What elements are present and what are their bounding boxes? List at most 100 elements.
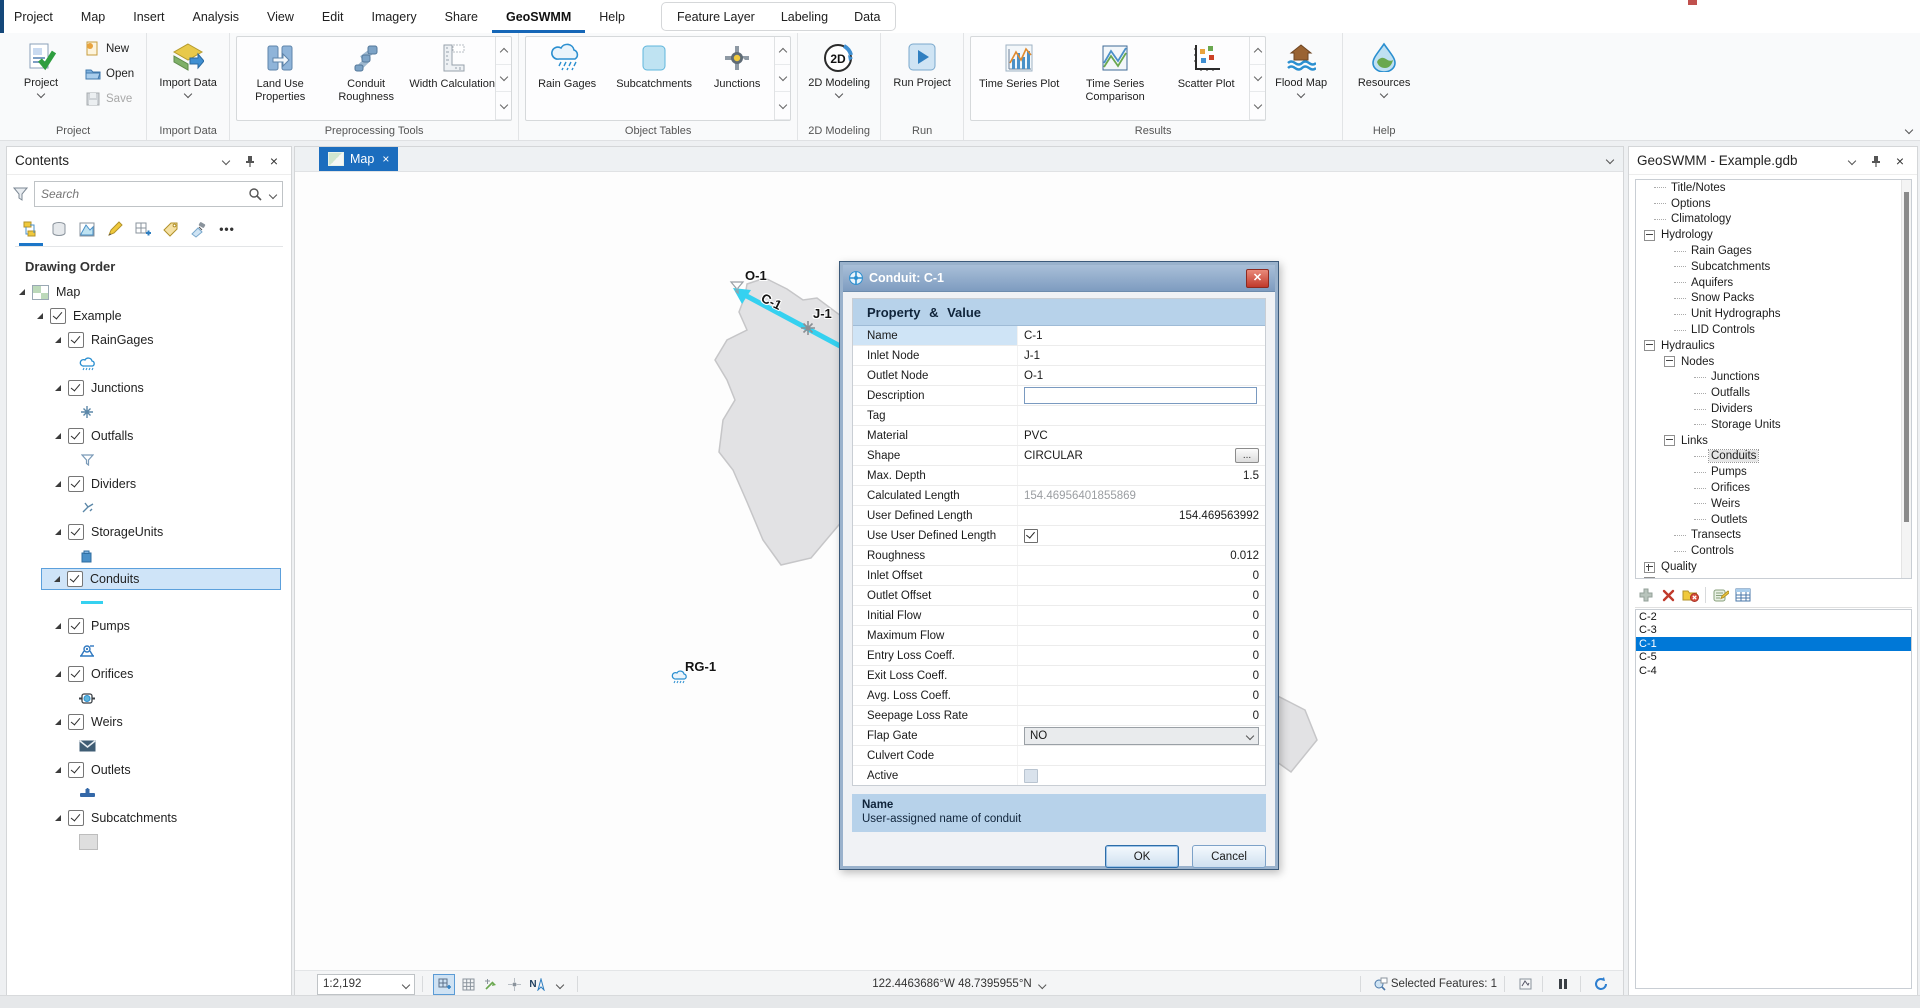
close-icon[interactable]: × (265, 152, 283, 170)
close-tab-icon[interactable]: × (382, 152, 389, 166)
layer-row-map[interactable]: Map (7, 280, 291, 304)
list-item[interactable]: C-2 (1636, 610, 1911, 624)
layer-checkbox[interactable] (68, 332, 84, 348)
tree-item-storage-units[interactable]: Storage Units (1636, 417, 1911, 433)
delete-all-icon[interactable] (1679, 585, 1701, 605)
expand-icon[interactable] (1644, 562, 1655, 573)
menu-insert[interactable]: Insert (119, 0, 178, 33)
rain-gages-button[interactable]: Rain Gages (526, 37, 608, 121)
tree-item-unit-hydrographs[interactable]: Unit Hydrographs (1636, 306, 1911, 322)
symbol-row[interactable] (7, 544, 291, 568)
properties-icon[interactable] (1710, 585, 1732, 605)
row-entry-loss[interactable]: Entry Loss Coeff. 0 (853, 646, 1265, 666)
layer-checkbox[interactable] (68, 476, 84, 492)
close-icon[interactable]: × (1891, 152, 1909, 170)
property-value[interactable]: O-1 (1018, 366, 1265, 385)
search-icon[interactable] (248, 187, 262, 201)
active-checkbox[interactable] (1024, 769, 1038, 783)
menu-edit[interactable]: Edit (308, 0, 358, 33)
list-by-selection-icon[interactable] (73, 216, 101, 242)
row-culvert-code[interactable]: Culvert Code (853, 746, 1265, 766)
expander-icon[interactable] (55, 671, 61, 677)
expander-icon[interactable] (55, 385, 61, 391)
row-inlet-node[interactable]: Inlet Node J-1 (853, 346, 1265, 366)
row-avg-loss[interactable]: Avg. Loss Coeff. 0 (853, 686, 1265, 706)
scroll-down-icon[interactable] (775, 65, 790, 93)
tree-item-climatology[interactable]: Climatology (1636, 212, 1911, 228)
scroll-down-icon[interactable] (1250, 65, 1265, 93)
menu-share[interactable]: Share (431, 0, 492, 33)
edit-icon[interactable] (101, 216, 129, 242)
open-button[interactable]: Open (78, 61, 140, 86)
subcatchments-button[interactable]: Subcatchments (608, 37, 700, 121)
gallery-scrollbar[interactable] (774, 37, 790, 120)
gallery-scrollbar[interactable] (1249, 37, 1265, 120)
scroll-down-icon[interactable] (496, 65, 511, 93)
property-value[interactable]: 0 (1018, 686, 1265, 705)
tree-item-dividers[interactable]: Dividers (1636, 401, 1911, 417)
tree-item-junctions[interactable]: Junctions (1636, 370, 1911, 386)
expander-icon[interactable] (55, 481, 61, 487)
cancel-button[interactable]: Cancel (1192, 845, 1266, 868)
property-value[interactable]: 0 (1018, 566, 1265, 585)
expander-icon[interactable] (55, 767, 61, 773)
property-value[interactable]: 0 (1018, 606, 1265, 625)
new-layer-icon[interactable] (129, 216, 157, 242)
menu-imagery[interactable]: Imagery (357, 0, 430, 33)
layer-checkbox[interactable] (50, 308, 66, 324)
tree-item-nodes[interactable]: Nodes (1636, 354, 1911, 370)
expander-icon[interactable] (55, 623, 61, 629)
layer-row-outfalls[interactable]: Outfalls (7, 424, 291, 448)
layer-row-subcatchments[interactable]: Subcatchments (7, 806, 291, 830)
tab-feature-layer[interactable]: Feature Layer (664, 10, 768, 24)
tree-item-weirs[interactable]: Weirs (1636, 496, 1911, 512)
new-button[interactable]: New (78, 36, 140, 61)
symbol-row[interactable] (7, 830, 291, 854)
tree-item-outlets[interactable]: Outlets (1636, 512, 1911, 528)
width-calculation-button[interactable]: Width Calculation (409, 37, 495, 121)
tree-item-quality[interactable]: Quality (1636, 559, 1911, 575)
tree-scrollbar[interactable] (1901, 180, 1911, 578)
tree-item-links[interactable]: Links (1636, 433, 1911, 449)
menu-map[interactable]: Map (67, 0, 119, 33)
filter-icon[interactable] (13, 187, 28, 201)
property-value[interactable]: 0.012 (1018, 546, 1265, 565)
list-item[interactable]: C-4 (1636, 664, 1911, 678)
symbol-row[interactable] (7, 496, 291, 520)
row-flap-gate[interactable]: Flap Gate NO (853, 726, 1265, 746)
delete-icon[interactable] (1657, 585, 1679, 605)
conduit-roughness-button[interactable]: Conduit Roughness (323, 37, 409, 121)
layer-row-example[interactable]: Example (7, 304, 291, 328)
dialog-title-bar[interactable]: Conduit: C-1 ✕ (843, 265, 1275, 292)
description-input[interactable] (1024, 387, 1257, 404)
expander-icon[interactable] (55, 337, 61, 343)
scroll-up-icon[interactable] (775, 37, 790, 65)
scatter-plot-button[interactable]: Scatter Plot (1163, 37, 1249, 121)
collapse-icon[interactable] (1644, 230, 1655, 241)
expander-icon[interactable] (19, 289, 25, 295)
row-outlet-offset[interactable]: Outlet Offset 0 (853, 586, 1265, 606)
pin-icon[interactable] (1867, 152, 1885, 170)
imagery-icon[interactable] (185, 216, 213, 242)
row-user-defined-length[interactable]: User Defined Length 154.469563992 (853, 506, 1265, 526)
row-seepage-loss[interactable]: Seepage Loss Rate 0 (853, 706, 1265, 726)
browse-shape-button[interactable]: ... (1235, 448, 1259, 463)
project-button[interactable]: Project (6, 36, 76, 120)
list-item[interactable]: C-3 (1636, 624, 1911, 638)
panel-menu-chevron-icon[interactable] (1843, 152, 1861, 170)
list-item-selected[interactable]: C-1 (1636, 637, 1911, 651)
layer-checkbox[interactable] (68, 428, 84, 444)
layer-row-orifices[interactable]: Orifices (7, 662, 291, 686)
property-value[interactable]: 0 (1018, 666, 1265, 685)
expander-icon[interactable] (55, 433, 61, 439)
row-name[interactable]: Name C-1 (853, 326, 1265, 346)
tree-item-transects[interactable]: Transects (1636, 528, 1911, 544)
tab-map[interactable]: Map × (319, 147, 398, 171)
layer-checkbox[interactable] (68, 618, 84, 634)
symbol-row[interactable] (7, 782, 291, 806)
crosshair-icon[interactable] (504, 975, 524, 994)
scrollbar-thumb[interactable] (1904, 192, 1909, 522)
layer-checkbox[interactable] (68, 810, 84, 826)
tree-item-hydraulics[interactable]: Hydraulics (1636, 338, 1911, 354)
layer-checkbox[interactable] (67, 571, 83, 587)
